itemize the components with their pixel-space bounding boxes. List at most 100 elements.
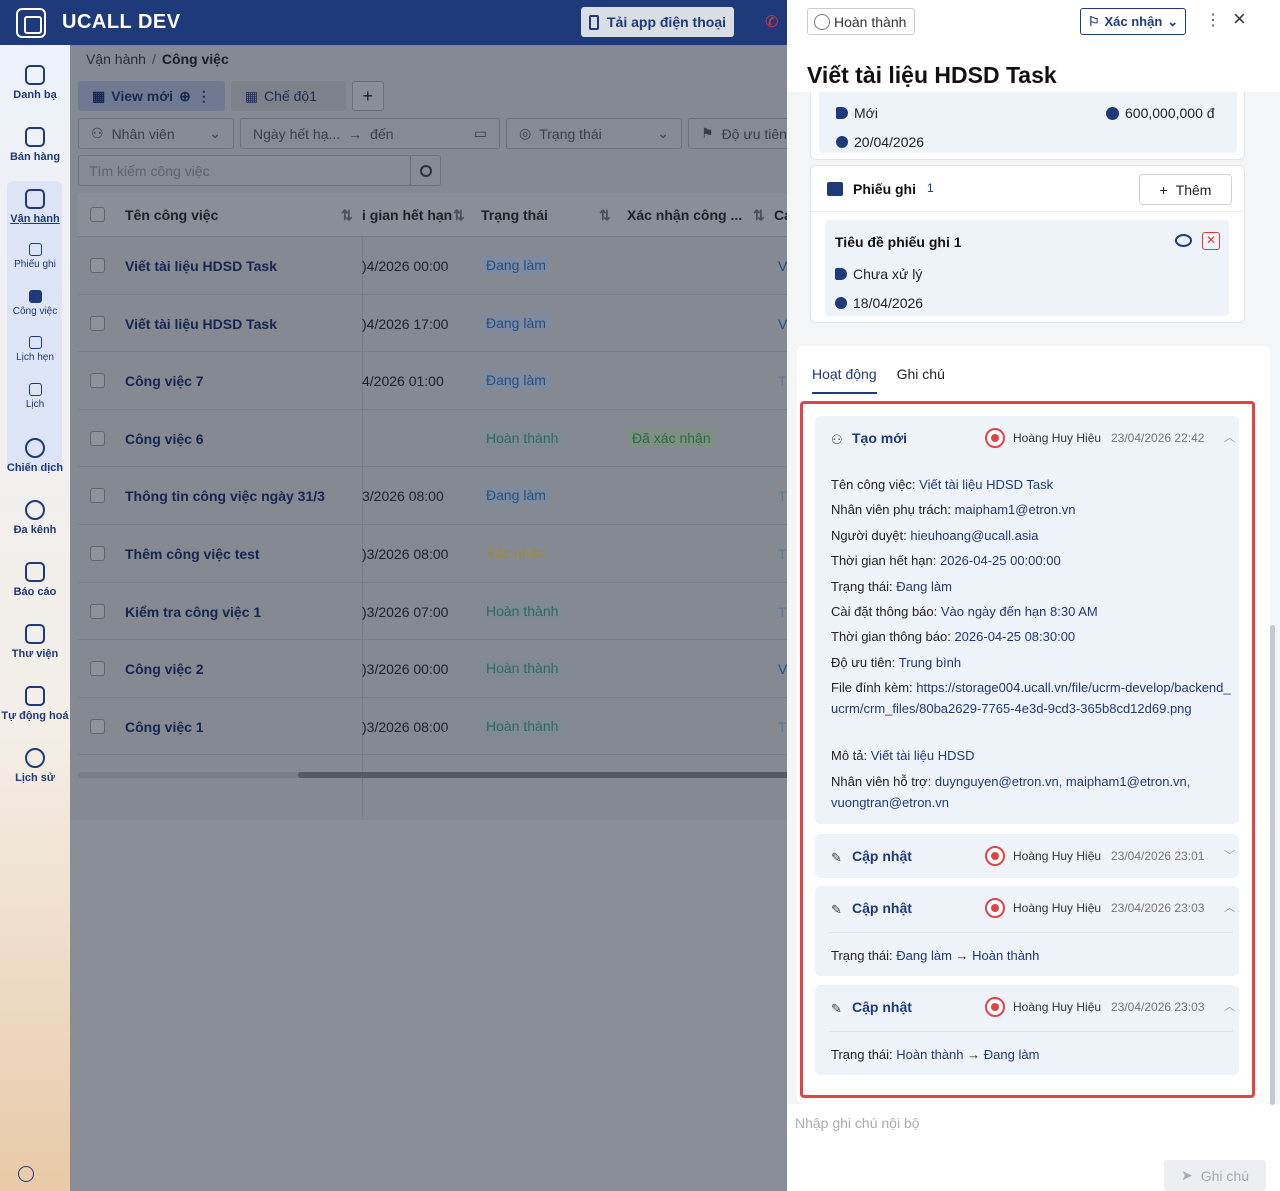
header-due[interactable]: i gian hết hạn xyxy=(362,207,452,223)
sidebar-item-automation[interactable]: Tự động hoá xyxy=(0,686,70,722)
table-row[interactable]: Kiểm tra công việc 1 )3/2026 07:00 Hoàn … xyxy=(78,583,790,641)
internal-note-input[interactable] xyxy=(795,1110,1265,1136)
row-checkbox[interactable] xyxy=(90,718,105,734)
app-name: UCALL DEV xyxy=(62,11,181,33)
horizontal-scrollbar[interactable] xyxy=(78,772,790,778)
sidebar-label: Đa kênh xyxy=(13,524,57,536)
add-note-button[interactable]: + Thêm xyxy=(1139,174,1232,205)
table-row[interactable]: Công việc 6 Hoàn thành Đã xác nhận xyxy=(78,410,790,468)
breadcrumb-parent[interactable]: Vận hành xyxy=(86,51,146,67)
close-icon[interactable]: × xyxy=(1233,6,1246,32)
tab-notes[interactable]: Ghi chú xyxy=(897,366,945,394)
sidebar-item-operations[interactable]: Vận hành xyxy=(0,189,70,225)
search-input[interactable] xyxy=(79,156,369,185)
table-row[interactable]: Công việc 2 )3/2026 00:00 Hoàn thành V xyxy=(78,640,790,698)
sidebar-item-sales[interactable]: Bán hàng xyxy=(0,127,70,163)
header-status[interactable]: Trạng thái xyxy=(481,207,548,223)
tab-view-moi[interactable]: ▦ View mới ⊕ ⋮ xyxy=(78,81,225,111)
clock-icon xyxy=(835,297,847,309)
employee-filter[interactable]: ⚇ Nhân viên ⌄ xyxy=(78,118,234,149)
task-status: Mới xyxy=(854,105,878,121)
search-button[interactable] xyxy=(410,155,441,186)
sort-icon[interactable]: ⇅ xyxy=(341,207,353,224)
send-note-button[interactable]: ➤ Ghi chú xyxy=(1164,1160,1266,1191)
task-name[interactable]: Công việc 7 xyxy=(125,373,204,389)
more-options-icon[interactable]: ⋮ xyxy=(1205,10,1221,30)
sidebar-item-campaign[interactable]: Chiến dịch xyxy=(0,438,70,474)
eye-icon[interactable] xyxy=(1175,234,1192,247)
header-confirm[interactable]: Xác nhận công ... xyxy=(627,207,742,223)
sort-icon[interactable]: ⇅ xyxy=(753,207,765,224)
sidebar-item-library[interactable]: Thư viện xyxy=(0,624,70,660)
row-checkbox[interactable] xyxy=(90,661,105,677)
table-row[interactable]: Thêm công việc test )3/2026 08:00 Xác nh… xyxy=(78,525,790,583)
table-row[interactable]: Thông tin công việc ngày 31/3 3/2026 08:… xyxy=(78,467,790,525)
sidebar-subitem-appointments[interactable]: Lịch hẹn xyxy=(0,336,70,363)
scrollbar-thumb[interactable] xyxy=(298,772,790,778)
row-checkbox[interactable] xyxy=(90,603,105,619)
chevron-down-icon[interactable]: ﹀ xyxy=(1224,847,1235,863)
row-checkbox[interactable] xyxy=(90,315,105,331)
activity-header[interactable]: ⚇ Tạo mới Hoàng Huy Hiệu 23/04/2026 22:4… xyxy=(815,416,1239,460)
task-due: )3/2026 00:00 xyxy=(362,661,449,678)
task-extra: V xyxy=(778,315,788,332)
task-name[interactable]: Thêm công việc test xyxy=(125,546,260,562)
sidebar-item-omnichannel[interactable]: Đa kênh xyxy=(0,500,70,536)
collapse-sidebar-icon[interactable] xyxy=(18,1166,34,1182)
activity-header[interactable]: ✎ Cập nhật Hoàng Huy Hiệu 23/04/2026 23:… xyxy=(815,834,1239,878)
tab-activity[interactable]: Hoạt động xyxy=(812,366,877,394)
confirm-button[interactable]: ⚐ Xác nhận ⌄ xyxy=(1080,8,1186,35)
table-row[interactable]: Công việc 1 )3/2026 08:00 Hoàn thành T xyxy=(78,698,790,756)
row-checkbox[interactable] xyxy=(90,430,105,446)
chevron-up-icon[interactable]: ︿ xyxy=(1224,429,1235,445)
task-date: 20/04/2026 xyxy=(854,134,925,150)
add-view-button[interactable]: + xyxy=(351,81,384,111)
sidebar-subitem-notes[interactable]: Phiếu ghi xyxy=(0,243,70,270)
more-icon[interactable]: ⋮ xyxy=(197,88,211,105)
activity-header[interactable]: ✎ Cập nhật Hoàng Huy Hiệu 23/04/2026 23:… xyxy=(815,985,1239,1029)
chevron-up-icon[interactable]: ︿ xyxy=(1224,899,1235,915)
sidebar-subitem-tasks[interactable]: Công việc xyxy=(0,290,70,317)
sidebar-subitem-calendar[interactable]: Lịch xyxy=(0,383,70,410)
table-row[interactable]: Viết tài liệu HDSD Task )4/2026 17:00 Đa… xyxy=(78,295,790,353)
sidebar-item-history[interactable]: Lịch sử xyxy=(0,748,70,784)
select-all-checkbox[interactable] xyxy=(90,207,105,222)
priority-filter[interactable]: ⚑ Độ ưu tiên xyxy=(688,118,798,149)
note-compose-area: ➤ Ghi chú xyxy=(787,1104,1280,1191)
status-badge: Xác nhận xyxy=(486,544,546,561)
task-amount: 600,000,000 đ xyxy=(1125,105,1215,121)
row-checkbox[interactable] xyxy=(90,488,105,504)
due-date-filter[interactable]: Ngày hết hạ... → đến ▭ xyxy=(240,118,500,149)
row-checkbox[interactable] xyxy=(90,258,105,273)
sort-icon[interactable]: ⇅ xyxy=(599,207,611,224)
task-name[interactable]: Công việc 6 xyxy=(125,431,204,447)
row-checkbox[interactable] xyxy=(90,373,105,389)
task-name[interactable]: Công việc 2 xyxy=(125,661,204,677)
edit-icon: ✎ xyxy=(831,1001,842,1016)
download-app-button[interactable]: Tải app điện thoại xyxy=(581,7,734,37)
table-row[interactable]: Công việc 7 4/2026 01:00 Đang làm T xyxy=(78,352,790,410)
drawer-scrollbar-thumb[interactable] xyxy=(1270,625,1275,1105)
task-name[interactable]: Công việc 1 xyxy=(125,719,204,735)
task-name[interactable]: Viết tài liệu HDSD Task xyxy=(125,316,277,332)
tab-che-do-1[interactable]: ▦ Chế độ1 xyxy=(230,81,346,111)
download-app-label: Tải app điện thoại xyxy=(606,14,726,30)
note-item[interactable]: Tiêu đề phiếu ghi 1 ✕ Chưa xử lý 18/04/2… xyxy=(825,220,1229,316)
header-name[interactable]: Tên công việc xyxy=(125,207,218,223)
check-circle-icon: ◎ xyxy=(519,125,532,141)
row-checkbox[interactable] xyxy=(90,545,105,561)
activity-field: Tên công việc: Viết tài liệu HDSD Task xyxy=(831,477,1054,492)
delete-icon[interactable]: ✕ xyxy=(1202,232,1220,250)
status-filter[interactable]: ◎ Trạng thái ⌄ xyxy=(506,118,682,149)
call-icon[interactable]: ✆ xyxy=(765,12,778,32)
activity-header[interactable]: ✎ Cập nhật Hoàng Huy Hiệu 23/04/2026 23:… xyxy=(815,886,1239,930)
sort-icon[interactable]: ⇅ xyxy=(453,207,465,224)
task-name[interactable]: Viết tài liệu HDSD Task xyxy=(125,258,277,274)
table-row[interactable]: Viết tài liệu HDSD Task )4/2026 00:00 Đa… xyxy=(78,237,790,295)
mark-complete-toggle[interactable]: Hoàn thành xyxy=(807,8,916,35)
sidebar-item-contacts[interactable]: Danh bạ xyxy=(0,65,70,101)
task-name[interactable]: Thông tin công việc ngày 31/3 xyxy=(125,488,325,504)
task-name[interactable]: Kiểm tra công việc 1 xyxy=(125,604,261,620)
chevron-up-icon[interactable]: ︿ xyxy=(1224,998,1235,1014)
sidebar-item-report[interactable]: Báo cáo xyxy=(0,562,70,598)
